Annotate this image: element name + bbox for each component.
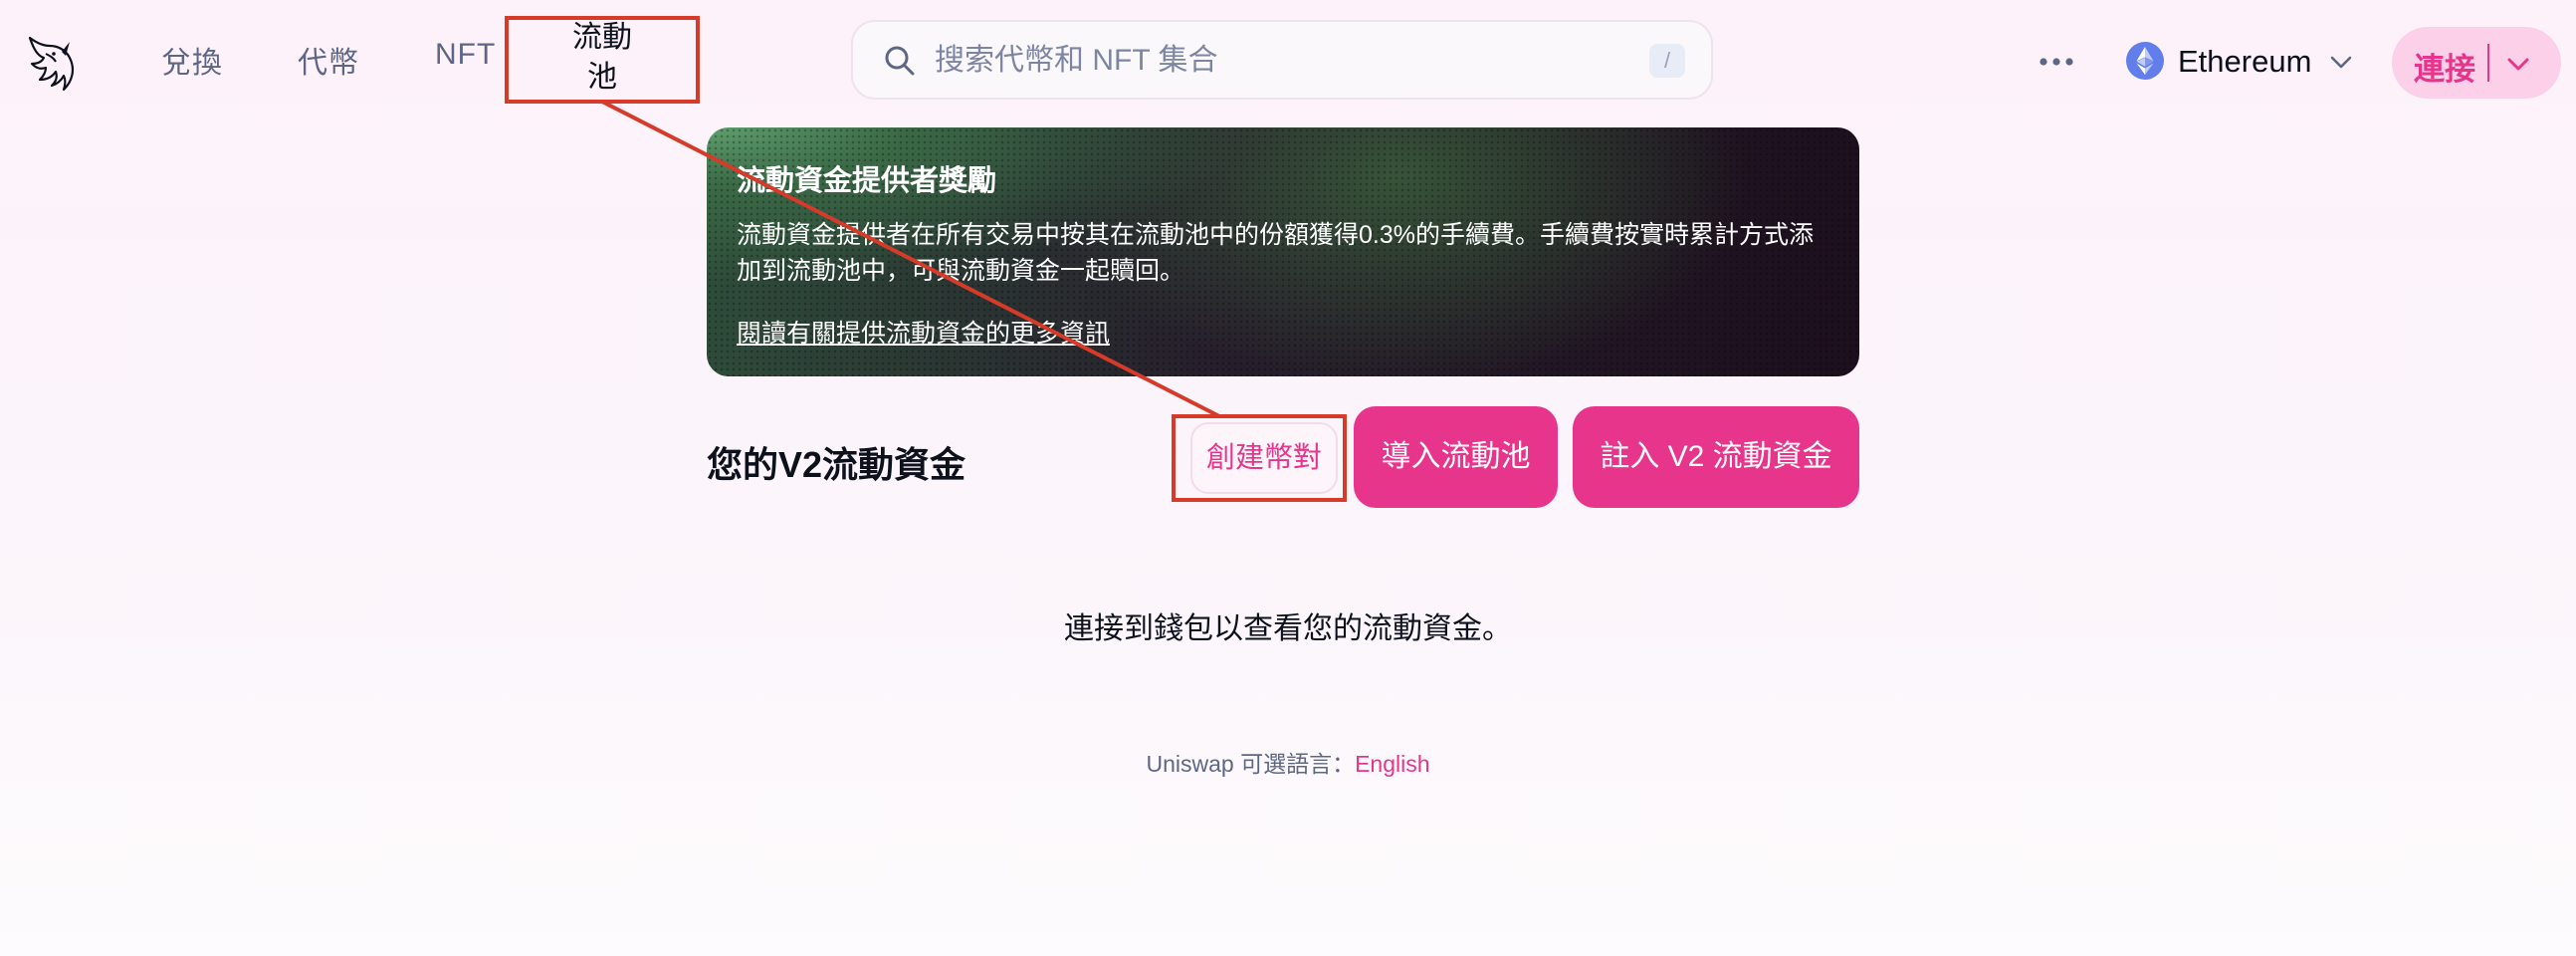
network-label: Ethereum (2178, 44, 2312, 79)
banner-learn-more-link[interactable]: 閱讀有關提供流動資金的更多資訊 (737, 314, 1110, 350)
footer-prefix: Uniswap 可選語言： (1146, 751, 1356, 777)
nav-link-tokens[interactable]: 代幣 (298, 38, 359, 82)
banner-title: 流動資金提供者獎勵 (737, 165, 997, 197)
chevron-down-icon (2330, 56, 2352, 69)
nav-link-swap[interactable]: 兌換 (161, 38, 223, 82)
language-footer: Uniswap 可選語言：English (0, 745, 2576, 779)
top-navbar: 兌換 代幣 NFT 流動 池 / Ethereum (0, 0, 2576, 123)
search-input[interactable] (933, 40, 1554, 82)
add-v2-liquidity-button[interactable]: 註入 V2 流動資金 (1573, 406, 1859, 508)
uniswap-logo-icon[interactable] (24, 34, 78, 94)
nav-link-pool[interactable]: 流動 池 (508, 18, 697, 102)
connect-wallet-button[interactable]: 連接 (2392, 27, 2561, 99)
lp-rewards-banner: 流動資金提供者獎勵 流動資金提供者在所有交易中按其在流動池中的份額獲得0.3%的… (707, 127, 1859, 376)
connect-divider (2487, 44, 2489, 82)
banner-description: 流動資金提供者在所有交易中按其在流動池中的份額獲得0.3%的手續費。手續費按實時… (737, 221, 1814, 285)
ethereum-icon (2126, 42, 2164, 80)
more-options-icon[interactable] (2037, 42, 2076, 82)
network-selector[interactable]: Ethereum (2118, 30, 2367, 94)
search-bar[interactable]: / (851, 20, 1713, 100)
nav-pool-label-line1: 流動 (572, 21, 632, 54)
language-link-english[interactable]: English (1355, 751, 1429, 777)
search-shortcut-key: / (1649, 44, 1685, 78)
empty-state-message: 連接到錢包以查看您的流動資金。 (1064, 612, 1512, 645)
create-pair-button[interactable]: 創建幣對 (1190, 422, 1338, 494)
nav-link-nft[interactable]: NFT (435, 38, 496, 72)
nav-pool-label-line2: 池 (587, 61, 617, 94)
chevron-down-icon[interactable] (2503, 49, 2533, 79)
import-pool-button[interactable]: 導入流動池 (1354, 406, 1558, 508)
search-icon (885, 46, 915, 76)
page-title: 您的V2流動資金 (707, 444, 966, 485)
connect-label: 連接 (2414, 52, 2475, 87)
